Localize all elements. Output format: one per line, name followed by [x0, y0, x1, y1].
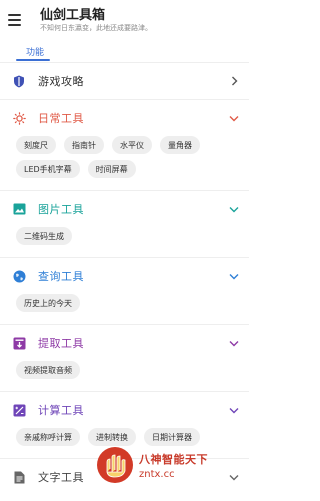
tab-bar: 功能 — [0, 40, 249, 62]
chevron-right-icon[interactable] — [229, 76, 239, 86]
title-block: 仙剑工具箱 不知何日东瀛变，此地还成要路津。 — [40, 9, 152, 32]
chevron-down-icon[interactable] — [229, 405, 239, 415]
watermark-logo-icon — [97, 447, 133, 483]
tool-chip-group: 二维码生成 — [0, 227, 249, 257]
section-title: 查询工具 — [38, 270, 84, 283]
tool-chip[interactable]: 历史上的今天 — [16, 294, 80, 312]
tool-chip[interactable]: 刻度尺 — [16, 136, 56, 154]
watermark-name: 八神智能天下 — [139, 452, 208, 466]
tool-chip[interactable]: 指南针 — [64, 136, 104, 154]
tool-chip[interactable]: LED手机字幕 — [16, 160, 80, 178]
chevron-down-icon[interactable] — [229, 338, 239, 348]
section-list: 游戏攻略日常工具刻度尺 指南针 水平仪 量角器 LED手机字幕 时间屏幕图片工具二维码生成… — [0, 62, 249, 495]
section-header[interactable]: 日常工具 — [0, 100, 249, 136]
section: 提取工具视频提取音频 — [0, 324, 249, 391]
section-header[interactable]: 查询工具 — [0, 258, 249, 294]
sun-icon — [12, 111, 26, 125]
section-header[interactable]: 游戏攻略 — [0, 63, 249, 99]
section: 图片工具二维码生成 — [0, 190, 249, 257]
menu-icon[interactable] — [8, 10, 28, 30]
watermark-url: zntx.cc — [139, 468, 175, 480]
image-icon — [12, 202, 26, 216]
section: 查询工具历史上的今天 — [0, 257, 249, 324]
watermark: 八神智能天下 zntx.cc — [95, 437, 245, 493]
tool-chip[interactable]: 水平仪 — [112, 136, 152, 154]
app-subtitle: 不知何日东瀛变，此地还成要路津。 — [40, 23, 152, 32]
chevron-down-icon[interactable] — [229, 113, 239, 123]
tool-chip[interactable]: 亲戚称呼计算 — [16, 428, 80, 446]
tab-functions[interactable]: 功能 — [26, 43, 44, 58]
section-title: 日常工具 — [38, 112, 84, 125]
section-title: 计算工具 — [38, 404, 84, 417]
section-header[interactable]: 计算工具 — [0, 392, 249, 428]
tool-chip[interactable]: 量角器 — [160, 136, 200, 154]
globe-icon — [12, 269, 26, 283]
chevron-down-icon[interactable] — [229, 271, 239, 281]
tool-chip[interactable]: 时间屏幕 — [87, 160, 136, 178]
tab-indicator — [16, 59, 50, 61]
calculator-icon — [12, 403, 26, 417]
tool-chip[interactable]: 视频提取音频 — [16, 361, 80, 379]
section-title: 图片工具 — [38, 203, 84, 216]
tool-chip-group: 刻度尺 指南针 水平仪 量角器 LED手机字幕 时间屏幕 — [0, 136, 249, 190]
tool-chip[interactable]: 二维码生成 — [16, 227, 72, 245]
tool-chip-group: 视频提取音频 — [0, 361, 249, 391]
document-icon — [12, 470, 26, 484]
section: 游戏攻略 — [0, 62, 249, 99]
section-header[interactable]: 图片工具 — [0, 191, 249, 227]
section: 日常工具刻度尺 指南针 水平仪 量角器 LED手机字幕 时间屏幕 — [0, 99, 249, 190]
section-header[interactable]: 提取工具 — [0, 325, 249, 361]
chevron-down-icon[interactable] — [229, 204, 239, 214]
section-title: 游戏攻略 — [38, 75, 84, 88]
extract-icon — [12, 336, 26, 350]
tool-chip-group: 历史上的今天 — [0, 294, 249, 324]
shield-icon — [12, 74, 26, 88]
app-bar: 仙剑工具箱 不知何日东瀛变，此地还成要路津。 — [0, 0, 249, 40]
app-root: 仙剑工具箱 不知何日东瀛变，此地还成要路津。 功能 游戏攻略日常工具刻度尺 指南针… — [0, 0, 249, 501]
section-title: 提取工具 — [38, 337, 84, 350]
app-title: 仙剑工具箱 — [40, 7, 106, 23]
